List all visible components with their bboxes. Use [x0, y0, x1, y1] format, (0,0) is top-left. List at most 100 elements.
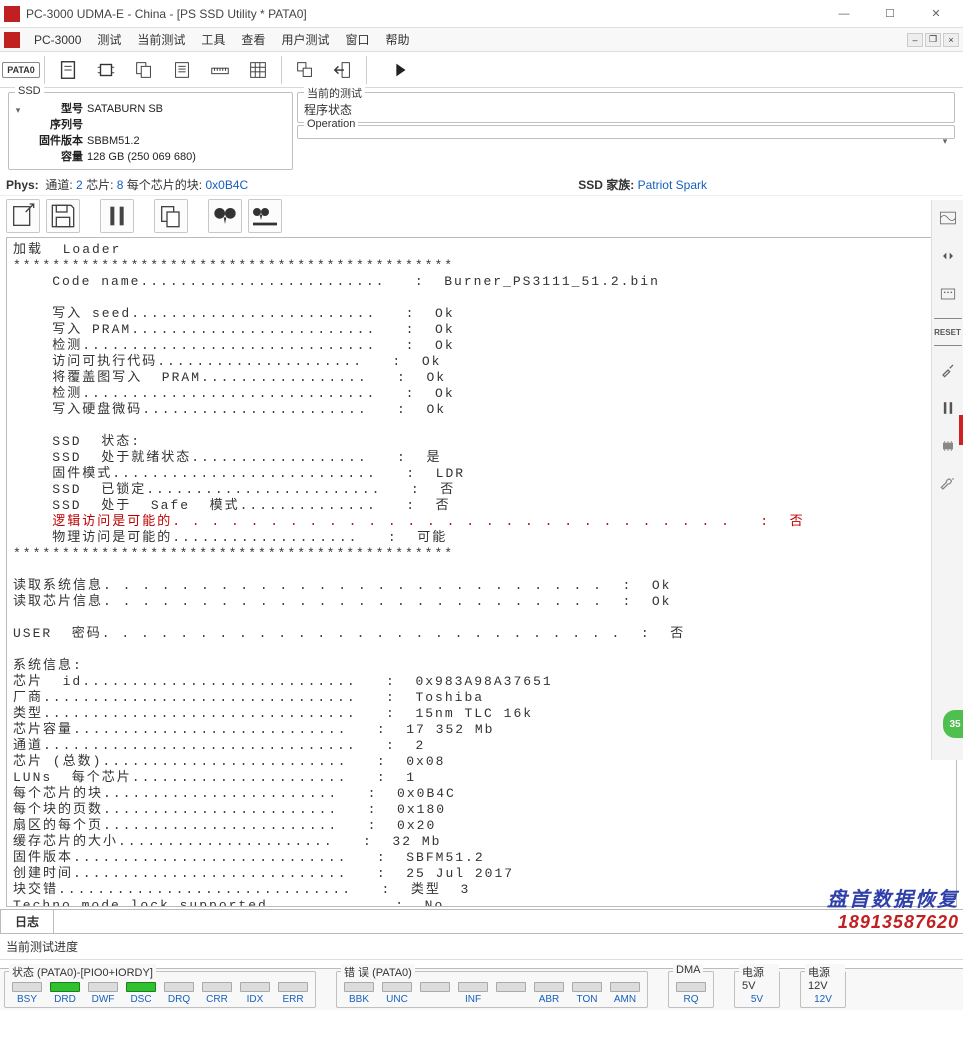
power5v-legend: 电源 5V [739, 964, 779, 992]
toggle-icon[interactable] [934, 242, 962, 270]
main-toolbar: PATA0 [0, 52, 963, 88]
green-badge[interactable]: 35 [943, 710, 963, 738]
status-legend: 状态 (PATA0)-[PIO0+IORDY] [9, 964, 156, 980]
oscilloscope-icon[interactable] [934, 204, 962, 232]
wrench-icon[interactable] [934, 470, 962, 498]
log-text-1: 加载 Loader ******************************… [13, 242, 950, 514]
phys-bar: Phys: 通道: 2 芯片: 8 每个芯片的块: 0x0B4C SSD 家族:… [0, 174, 963, 195]
separator [366, 56, 367, 84]
operation-legend: Operation [304, 118, 358, 130]
play-button[interactable] [383, 54, 417, 86]
document-icon[interactable] [51, 54, 85, 86]
led-TON: TON [569, 982, 605, 1005]
status-group-error: 错 误 (PATA0) BBKUNCINFABRTONAMN [336, 971, 648, 1008]
pause-icon[interactable] [100, 199, 134, 233]
led-indicator [382, 982, 412, 992]
maximize-button[interactable]: ☐ [867, 0, 913, 28]
log-text-red: 逻辑访问是可能的. . . . . . . . . . . . . . . . … [13, 514, 950, 530]
grid-icon[interactable] [241, 54, 275, 86]
phys-label: Phys: [6, 178, 39, 192]
close-button[interactable]: ✕ [913, 0, 959, 28]
mdi-restore[interactable]: ❐ [925, 33, 941, 47]
led-label: TON [577, 994, 598, 1005]
pata0-button[interactable]: PATA0 [4, 54, 38, 86]
titlebar: PC-3000 UDMA-E - China - [PS SSD Utility… [0, 0, 963, 28]
cap-value: 128 GB (250 069 680) [87, 149, 196, 165]
board-icon[interactable] [934, 280, 962, 308]
menu-test[interactable]: 测试 [89, 28, 129, 51]
ruler-icon[interactable] [203, 54, 237, 86]
led-indicator [202, 982, 232, 992]
find-next-icon[interactable] [248, 199, 282, 233]
reset-button[interactable]: RESET [934, 318, 962, 346]
chip-link[interactable]: 8 [117, 178, 124, 192]
led-CRR: CRR [199, 982, 235, 1005]
watermark-line2: 18913587620 [827, 912, 959, 933]
status-group-state: 状态 (PATA0)-[PIO0+IORDY] BSYDRDDWFDSCDRQC… [4, 971, 316, 1008]
serial-label: 序列号 [27, 117, 87, 133]
led-ABR: ABR [531, 982, 567, 1005]
channel-label: 通道: [45, 176, 72, 193]
led-IDX: IDX [237, 982, 273, 1005]
log-area[interactable]: 加载 Loader ******************************… [6, 237, 957, 907]
led-label: UNC [386, 994, 408, 1005]
chip-icon[interactable] [89, 54, 123, 86]
led-DWF: DWF [85, 982, 121, 1005]
minimize-button[interactable]: — [821, 0, 867, 28]
tab-log[interactable]: 日志 [0, 909, 54, 933]
log-text-2: 物理访问是可能的................... : 可能 *******… [13, 530, 950, 907]
led-blank [417, 982, 453, 1005]
block-label: 每个芯片的块: [127, 176, 202, 193]
menu-user-test[interactable]: 用户测试 [273, 28, 337, 51]
progress-label: 当前测试进度 [0, 934, 963, 960]
status-bar: 状态 (PATA0)-[PIO0+IORDY] BSYDRDDWFDSCDRQC… [0, 968, 963, 1010]
mdi-close[interactable]: × [943, 33, 959, 47]
copy-icon[interactable] [127, 54, 161, 86]
channel-link[interactable]: 2 [76, 178, 83, 192]
current-test-box: 当前的测试 程序状态 [297, 92, 955, 123]
menu-help[interactable]: 帮助 [377, 28, 417, 51]
led-DSC: DSC [123, 982, 159, 1005]
log-toolbar [0, 195, 963, 235]
probe-icon[interactable] [934, 356, 962, 384]
exit-icon[interactable] [326, 54, 360, 86]
power12v-legend: 电源 12V [805, 964, 845, 992]
led-DRD: DRD [47, 982, 83, 1005]
current-test-legend: 当前的测试 [304, 85, 365, 101]
menu-current-test[interactable]: 当前测试 [129, 28, 193, 51]
led-blank [493, 982, 529, 1005]
separator [281, 56, 282, 84]
list-icon[interactable] [165, 54, 199, 86]
menu-app[interactable]: PC-3000 [26, 30, 89, 50]
watermark-line1: 盘首数据恢复 [827, 883, 959, 912]
led-indicator [278, 982, 308, 992]
led-UNC: UNC [379, 982, 415, 1005]
dropdown-icon[interactable]: ▾ [938, 134, 952, 148]
menu-window[interactable]: 窗口 [337, 28, 377, 51]
model-value: SATABURN SB [87, 101, 163, 117]
block-link[interactable]: 0x0B4C [205, 178, 248, 192]
led-DRQ: DRQ [161, 982, 197, 1005]
led-indicator [458, 982, 488, 992]
chip-side-icon[interactable] [934, 432, 962, 460]
status-group-dma: DMA RQ [668, 971, 714, 1008]
window-title: PC-3000 UDMA-E - China - [PS SSD Utility… [26, 7, 821, 21]
dropdown-icon[interactable]: ▾ [11, 103, 25, 117]
find-icon[interactable] [208, 199, 242, 233]
led-label: DRD [54, 994, 76, 1005]
pause-side-icon[interactable] [934, 394, 962, 422]
export-icon[interactable] [6, 199, 40, 233]
copy-icon[interactable] [154, 199, 188, 233]
windows-icon[interactable] [288, 54, 322, 86]
led-INF: INF [455, 982, 491, 1005]
menu-view[interactable]: 查看 [233, 28, 273, 51]
app-icon-small [4, 32, 20, 48]
ssd-family-link[interactable]: Patriot Spark [638, 178, 707, 192]
led-BBK: BBK [341, 982, 377, 1005]
save-icon[interactable] [46, 199, 80, 233]
menu-tools[interactable]: 工具 [193, 28, 233, 51]
led-AMN: AMN [607, 982, 643, 1005]
led-indicator [126, 982, 156, 992]
mdi-minimize[interactable]: – [907, 33, 923, 47]
led-indicator [534, 982, 564, 992]
